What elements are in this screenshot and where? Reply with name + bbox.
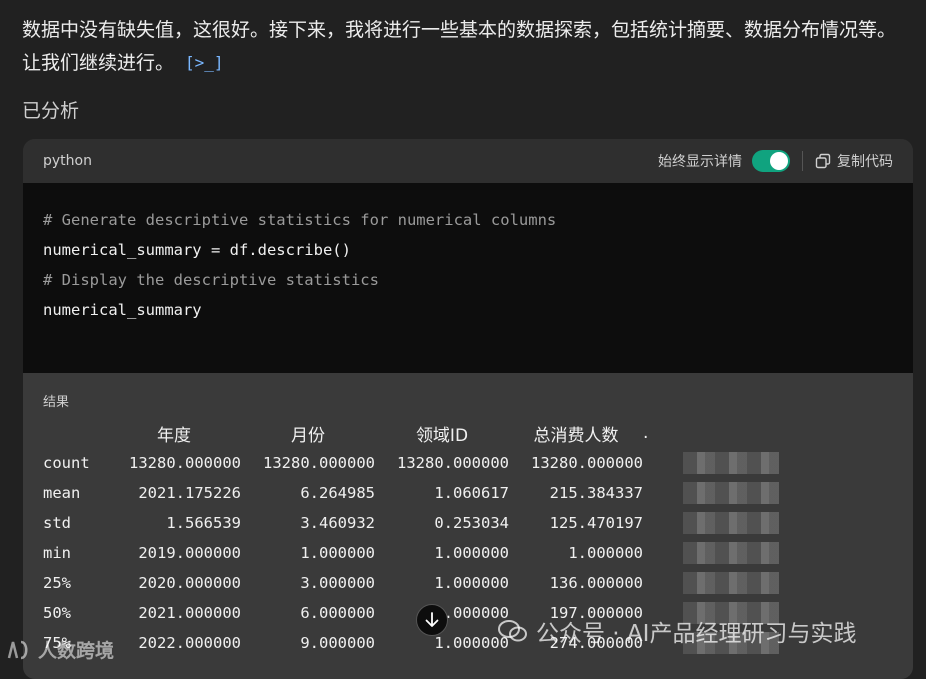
column-header: 领域ID — [415, 425, 469, 446]
view-code-icon[interactable]: [>_] — [184, 46, 225, 80]
redacted-cell — [643, 508, 783, 538]
table-cell: 6.264985 — [300, 484, 375, 502]
scroll-down-button[interactable] — [416, 604, 448, 636]
table-cell: 1.000000 — [568, 544, 643, 562]
table-cell: 13280.000000 — [397, 454, 509, 472]
table-cell: 2022.000000 — [138, 634, 241, 652]
pixelation-mosaic — [683, 572, 779, 594]
table-cell: 3.000000 — [300, 574, 375, 592]
row-index: count — [43, 454, 90, 472]
table-cell: 2021.175226 — [138, 484, 241, 502]
analysis-status: 已分析 — [22, 100, 80, 122]
assistant-message: 数据中没有缺失值，这很好。接下来，我将进行一些基本的数据探索，包括统计摘要、数据… — [22, 14, 912, 80]
table-cell: 6.000000 — [300, 604, 375, 622]
table-row: min 2019.000000 1.000000 1.000000 1.000000 — [43, 538, 783, 568]
header-dot: . — [643, 423, 649, 443]
redacted-cell — [643, 538, 783, 568]
row-index: 50% — [43, 604, 71, 622]
always-show-details-toggle[interactable] — [752, 150, 790, 172]
pixelation-mosaic — [683, 542, 779, 564]
code-line: # Generate descriptive statistics for nu… — [43, 211, 557, 229]
message-text: 数据中没有缺失值，这很好。接下来，我将进行一些基本的数据探索，包括统计摘要、数据… — [22, 19, 897, 74]
copy-code-label: 复制代码 — [837, 154, 893, 170]
toggle-knob — [770, 152, 788, 170]
pixelation-mosaic — [683, 452, 779, 474]
table-row: mean 2021.175226 6.264985 1.060617 215.38433… — [43, 478, 783, 508]
redacted-cell — [643, 448, 783, 478]
table-cell: 1.566539 — [166, 514, 241, 532]
table-cell: 1.000000 — [434, 634, 509, 652]
code-card-header: python 始终显示详情 复制代码 — [23, 139, 913, 183]
table-cell: 2020.000000 — [138, 574, 241, 592]
code-analysis-card: python 始终显示详情 复制代码 # Generate descriptiv… — [23, 139, 913, 679]
pixelation-mosaic — [683, 482, 779, 504]
table-cell: 125.470197 — [549, 514, 643, 532]
redacted-cell — [643, 568, 783, 598]
redacted-cell — [643, 478, 783, 508]
divider — [802, 151, 803, 171]
table-row: std 1.566539 3.460932 0.253034 125.470197 — [43, 508, 783, 538]
brand-watermark: 人数跨境 — [6, 636, 114, 663]
table-row: 25% 2020.000000 3.000000 1.000000 136.000000 — [43, 568, 783, 598]
index-header — [43, 418, 107, 448]
table-cell: 1.000000 — [434, 544, 509, 562]
row-index: min — [43, 544, 71, 562]
table-cell: 13280.000000 — [129, 454, 241, 472]
watermark: 公众号 · AI产品经理研习与实践 — [498, 614, 856, 648]
code-line: numerical_summary — [43, 301, 202, 319]
copy-icon — [815, 153, 831, 169]
code-block: # Generate descriptive statistics for nu… — [23, 183, 913, 373]
pixelation-mosaic — [683, 512, 779, 534]
table-cell: 1.060617 — [434, 484, 509, 502]
table-cell: 1.000000 — [434, 574, 509, 592]
code-language: python — [43, 153, 92, 169]
table-cell: 13280.000000 — [263, 454, 375, 472]
table-cell: 1.000000 — [300, 544, 375, 562]
always-show-details-label: 始终显示详情 — [658, 154, 742, 170]
row-index: 25% — [43, 574, 71, 592]
result-label: 结果 — [43, 395, 70, 410]
table-cell: 0.253034 — [434, 514, 509, 532]
brand-logo-icon — [7, 640, 28, 659]
table-row: count 13280.000000 13280.000000 13280.00000… — [43, 448, 783, 478]
table-cell: 2019.000000 — [138, 544, 241, 562]
table-header-row: 年度 月份 领域ID 总消费人数 . — [43, 418, 783, 448]
column-header: 总消费人数 — [533, 425, 619, 446]
code-line: # Display the descriptive statistics — [43, 271, 379, 289]
row-index: mean — [43, 484, 81, 502]
table-cell: 136.000000 — [549, 574, 643, 592]
watermark-text: 公众号 · AI产品经理研习与实践 — [536, 621, 857, 647]
table-cell: 13280.000000 — [531, 454, 643, 472]
brand-text: 人数跨境 — [38, 640, 115, 662]
arrow-down-icon — [425, 612, 439, 627]
code-line: numerical_summary = df.describe() — [43, 241, 351, 259]
table-cell: 2021.000000 — [138, 604, 241, 622]
table-cell: 9.000000 — [300, 634, 375, 652]
column-header: 年度 — [157, 425, 191, 446]
table-cell: 215.384337 — [549, 484, 643, 502]
code-card-actions: 始终显示详情 复制代码 — [658, 150, 893, 172]
copy-code-button[interactable]: 复制代码 — [815, 151, 893, 171]
wechat-icon — [498, 620, 527, 642]
column-header: 月份 — [291, 425, 325, 446]
row-index: std — [43, 514, 71, 532]
table-cell: 3.460932 — [300, 514, 375, 532]
